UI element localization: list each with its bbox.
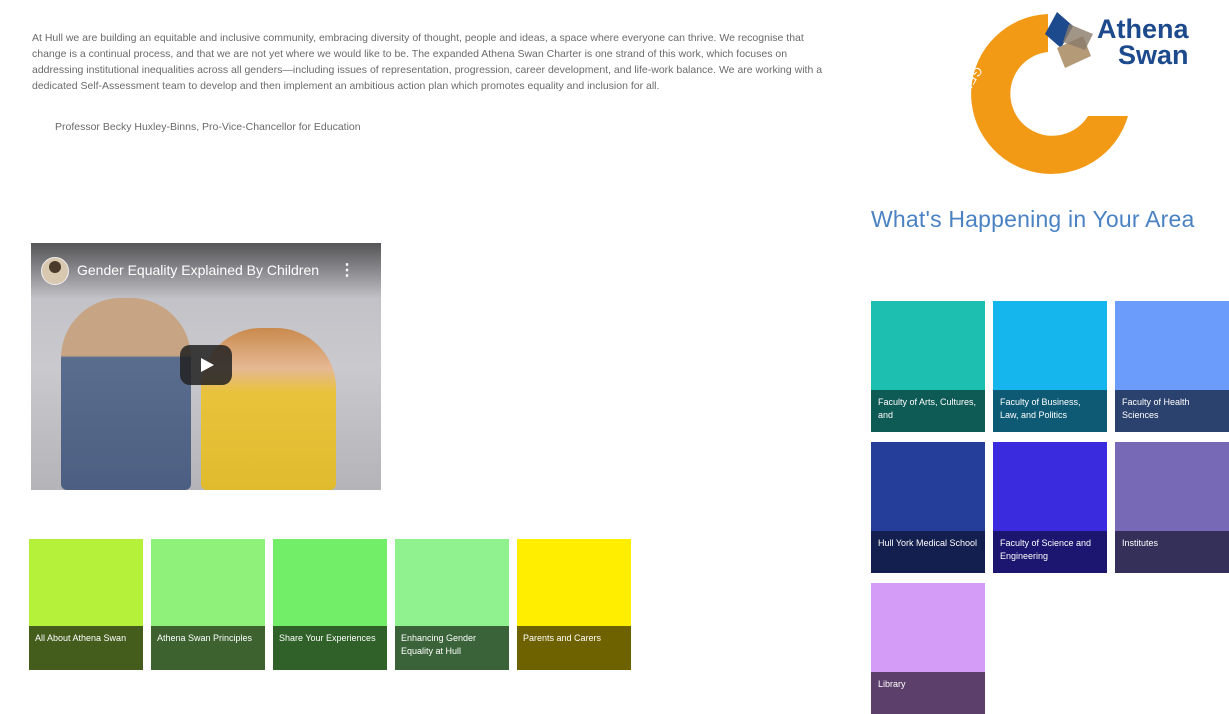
topic-tile[interactable]: Athena Swan Principles [151,539,265,670]
faculty-tile[interactable]: Faculty of Health Sciences [1115,301,1229,432]
section-title: What's Happening in Your Area [871,206,1195,232]
faculty-tile[interactable]: Faculty of Arts, Cultures, and [871,301,985,432]
quote-attribution: Professor Becky Huxley-Binns, Pro-Vice-C… [55,121,361,133]
topic-tile[interactable]: Share Your Experiences [273,539,387,670]
video-menu-icon[interactable]: ⋮ [339,260,355,280]
faculty-tile[interactable]: Institutes [1115,442,1229,573]
topic-tile-label: Parents and Carers [517,626,631,670]
faculty-tile[interactable]: Faculty of Business, Law, and Politics [993,301,1107,432]
topic-tile[interactable]: Enhancing Gender Equality at Hull [395,539,509,670]
faculty-tile-label: Hull York Medical School [871,531,985,573]
video-title[interactable]: Gender Equality Explained By Children [77,262,319,278]
topic-tile[interactable]: All About Athena Swan [29,539,143,670]
faculty-tile-label: Faculty of Arts, Cultures, and [871,390,985,432]
faculty-tile[interactable]: Library [871,583,985,714]
faculty-tile-label: Faculty of Health Sciences [1115,390,1229,432]
faculty-tile-label: Institutes [1115,531,1229,573]
athena-swan-wordmark: Athena Swan [1097,14,1189,70]
faculty-tile-label: Faculty of Science and Engineering [993,531,1107,573]
play-button-icon[interactable] [180,345,232,385]
faculty-tile[interactable]: Faculty of Science and Engineering [993,442,1107,573]
topic-tile[interactable]: Parents and Carers [517,539,631,670]
channel-avatar[interactable] [41,257,69,285]
topic-tile-label: Athena Swan Principles [151,626,265,670]
video-player[interactable]: Gender Equality Explained By Children ⋮ [31,243,381,490]
topic-tile-label: Enhancing Gender Equality at Hull [395,626,509,670]
wordmark-line2: Swan [1117,40,1189,70]
topic-tile-label: All About Athena Swan [29,626,143,670]
topic-tile-label: Share Your Experiences [273,626,387,670]
video-thumbnail-boy [61,298,191,490]
faculty-tile-label: Faculty of Business, Law, and Politics [993,390,1107,432]
wordmark-line1: Athena [1097,14,1189,44]
intro-paragraph: At Hull we are building an equitable and… [32,32,823,92]
faculty-tile[interactable]: Hull York Medical School [871,442,985,573]
faculty-tile-label: Library [871,672,985,714]
